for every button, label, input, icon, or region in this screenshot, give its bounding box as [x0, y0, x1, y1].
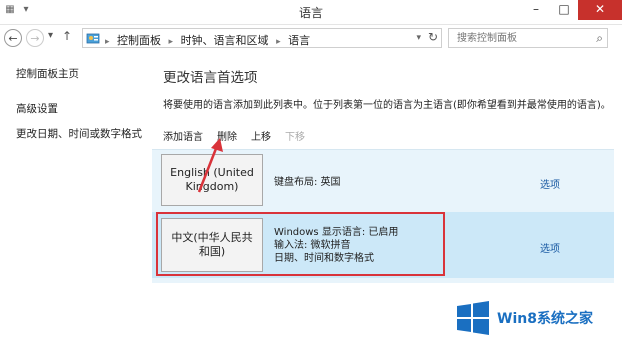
breadcrumb-control-panel[interactable]: 控制面板	[117, 34, 161, 47]
language-toolbar: 添加语言 删除 上移 下移	[163, 128, 305, 143]
watermark-text: Win8系统之家	[497, 311, 593, 327]
control-panel-icon	[86, 33, 100, 44]
sidebar: 控制面板主页 高级设置 更改日期、时间或数字格式	[16, 66, 142, 151]
breadcrumb-separator-icon: ▸	[168, 37, 174, 47]
language-info: 键盘布局: 英国	[274, 176, 341, 189]
options-link[interactable]: 选项	[540, 240, 560, 255]
page-title: 更改语言首选项	[163, 70, 258, 86]
breadcrumb-clock-language-region[interactable]: 时钟、语言和区域	[181, 34, 269, 47]
sidebar-link-advanced-settings[interactable]: 高级设置	[16, 101, 142, 116]
path-box[interactable]: ▸ 控制面板 ▸ 时钟、语言和区域 ▸ 语言 ▾	[82, 28, 442, 48]
breadcrumb: ▸ 控制面板 ▸ 时钟、语言和区域 ▸ 语言	[105, 32, 310, 48]
close-button[interactable]: ✕	[578, 0, 622, 20]
search-input[interactable]	[455, 32, 589, 45]
watermark-logo: Win8系统之家	[455, 298, 619, 338]
page-description: 将要使用的语言添加到此列表中。位于列表第一位的语言为主语言(即你希望看到并最常使…	[163, 100, 611, 111]
keyboard-layout-text: 键盘布局: 英国	[274, 177, 341, 188]
search-box[interactable]: ⌕	[448, 28, 608, 48]
annotation-arrow-icon	[197, 138, 223, 193]
refresh-button[interactable]: ↻	[424, 28, 442, 46]
breadcrumb-separator-icon: ▸	[276, 37, 281, 47]
title-bar: ▦ ▾ 语言 – □ ✕	[0, 0, 622, 25]
breadcrumb-language[interactable]: 语言	[288, 34, 310, 47]
sidebar-link-date-time-format[interactable]: 更改日期、时间或数字格式	[16, 126, 142, 141]
back-button[interactable]: ←	[4, 29, 22, 47]
recent-locations-button[interactable]: ▾	[48, 30, 53, 41]
breadcrumb-separator-icon: ▸	[105, 37, 110, 47]
move-down-button: 下移	[285, 132, 305, 143]
path-dropdown-icon[interactable]: ▾	[416, 33, 421, 43]
move-up-button[interactable]: 上移	[251, 128, 271, 143]
minimize-button[interactable]: –	[522, 0, 550, 20]
maximize-button[interactable]: □	[550, 0, 578, 20]
address-bar: ← → ▾ ↑ ▸ 控制面板 ▸ 时钟、语言和区域 ▸ 语言 ▾ ↻ ⌕	[0, 26, 622, 50]
highlight-box	[156, 212, 445, 276]
up-button[interactable]: ↑	[62, 29, 72, 43]
forward-button[interactable]: →	[26, 29, 44, 47]
options-link[interactable]: 选项	[540, 176, 560, 191]
window-controls: – □ ✕	[522, 0, 622, 20]
windows-logo-icon	[457, 301, 489, 335]
sidebar-link-home[interactable]: 控制面板主页	[16, 66, 142, 81]
search-icon[interactable]: ⌕	[596, 31, 603, 46]
